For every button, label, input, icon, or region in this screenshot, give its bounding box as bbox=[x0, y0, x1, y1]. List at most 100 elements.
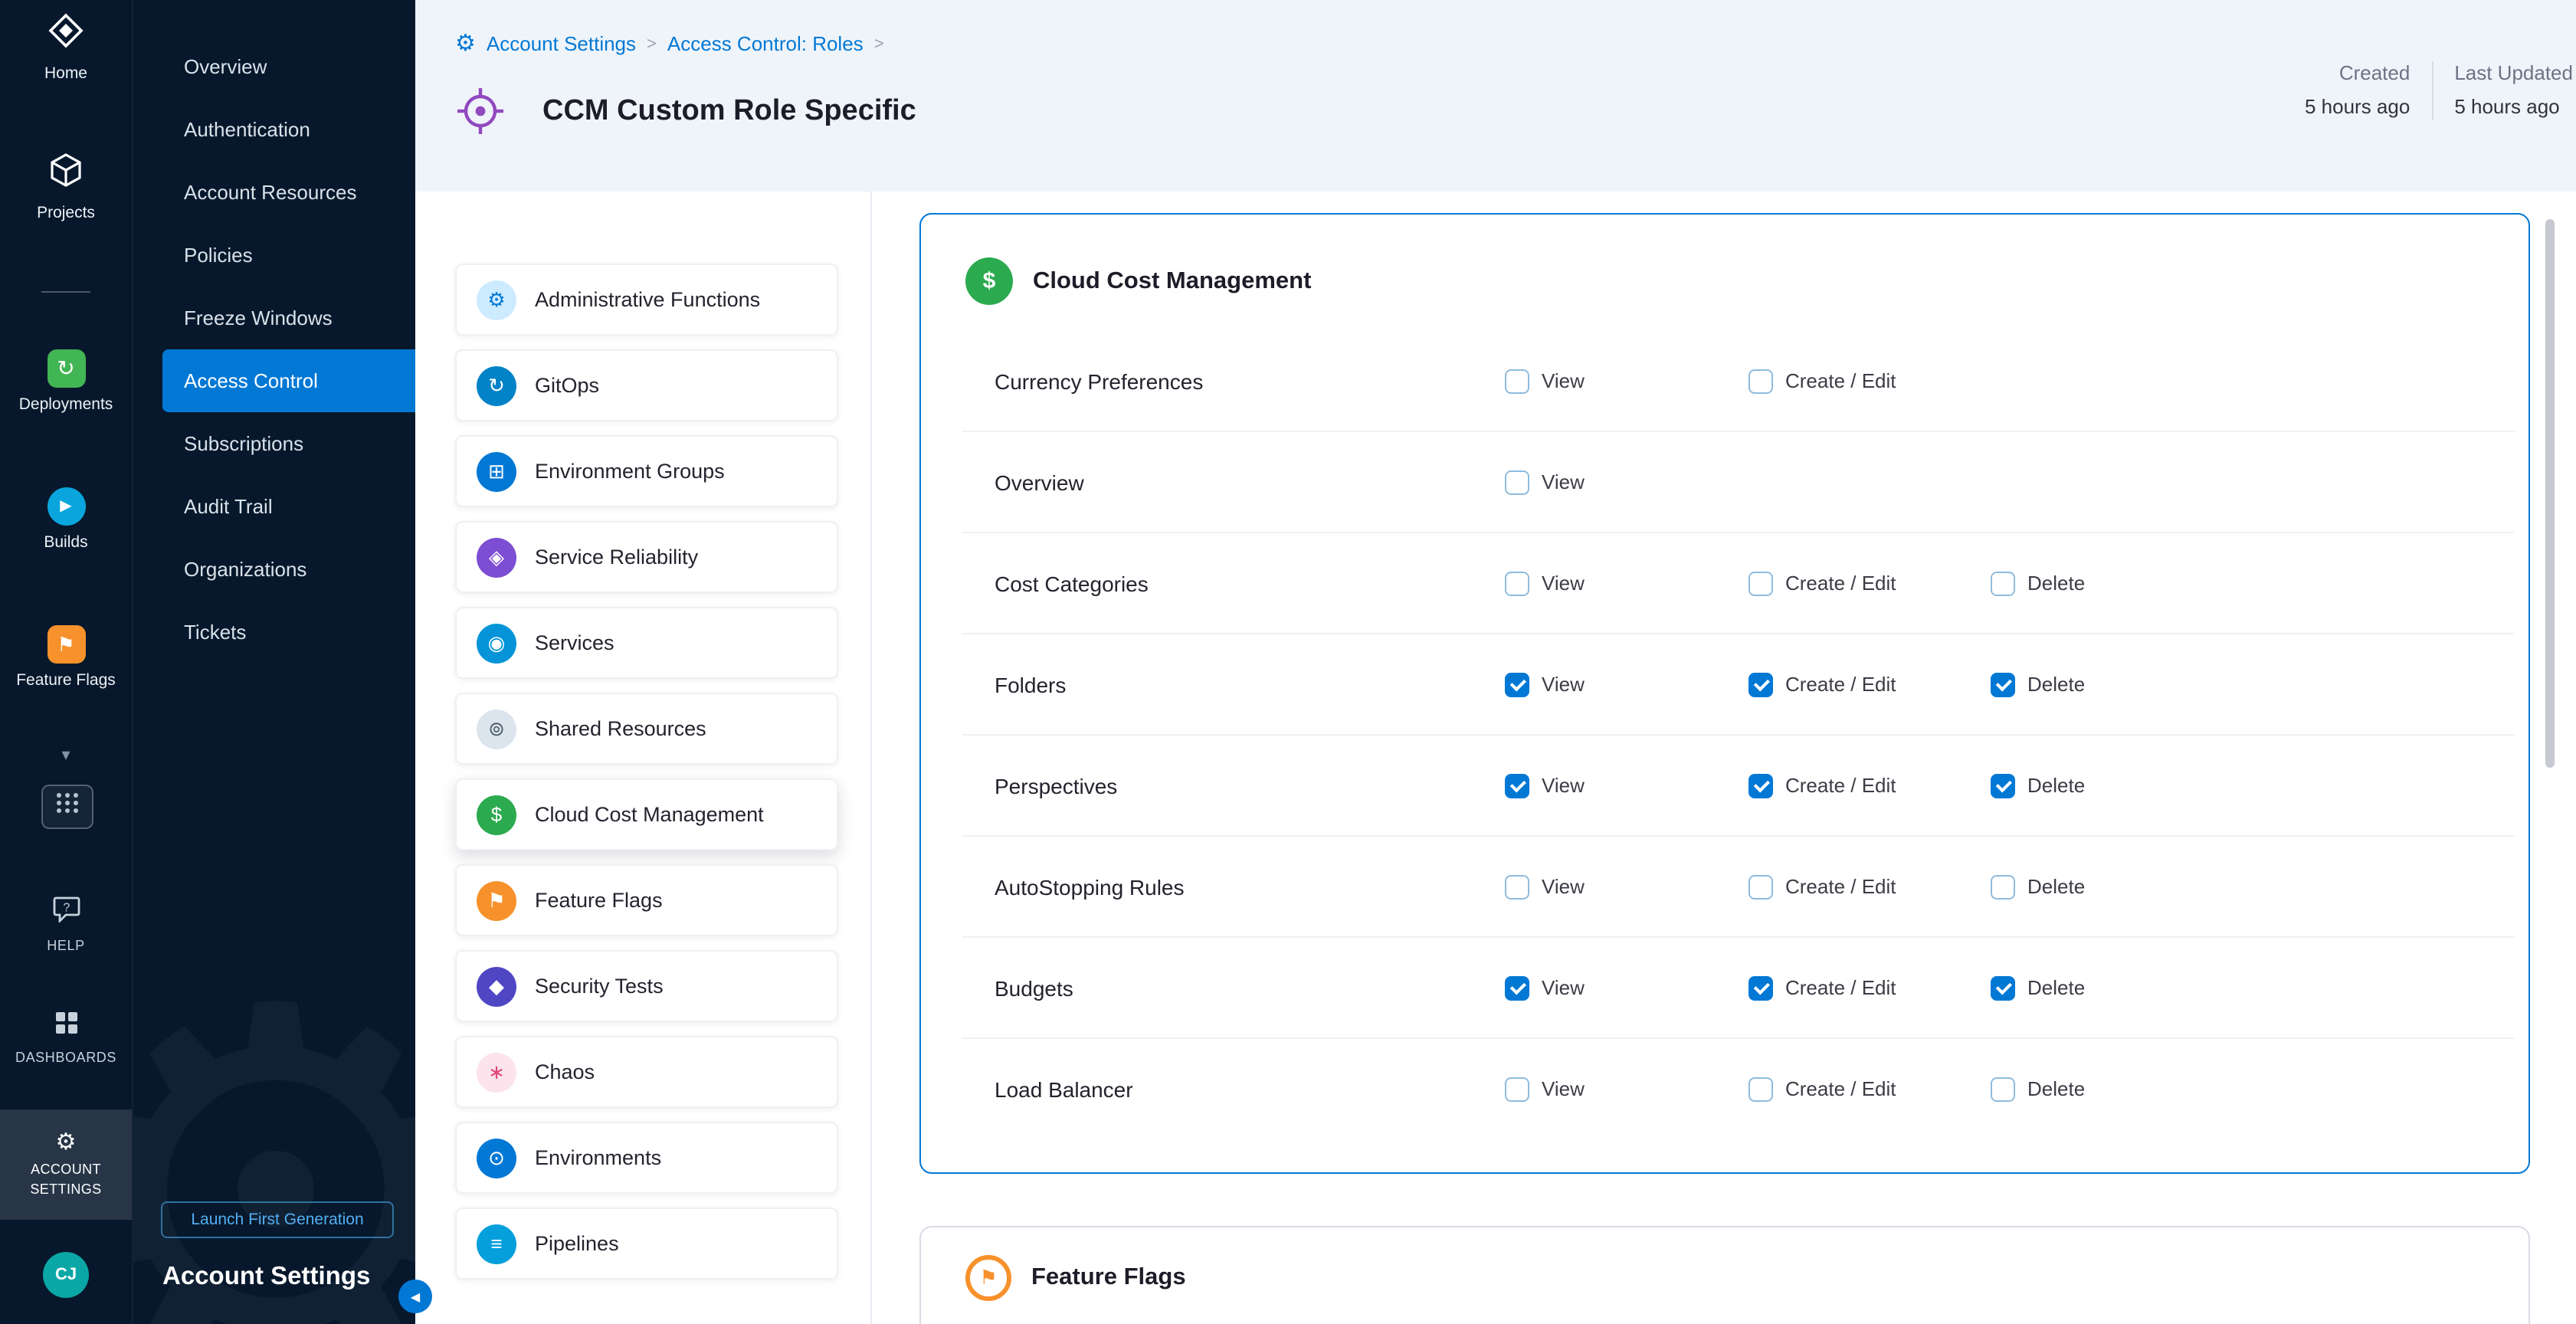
sidebar-item-freeze-windows[interactable]: Freeze Windows bbox=[133, 287, 417, 349]
permission-view: View bbox=[1505, 938, 1585, 1037]
app: Home Projects ↻ Deployments ▶ Builds ⚑ F… bbox=[0, 0, 2576, 1324]
resource-group-services[interactable]: ◉Services bbox=[455, 607, 838, 679]
view-checkbox[interactable] bbox=[1505, 1077, 1529, 1101]
permission-label: View bbox=[1542, 875, 1585, 898]
permission-label: Create / Edit bbox=[1785, 774, 1896, 797]
delete-checkbox[interactable] bbox=[1991, 571, 2015, 595]
sidebar-item-audit-trail[interactable]: Audit Trail bbox=[133, 475, 417, 538]
resource-group-shared-resources[interactable]: ⊚Shared Resources bbox=[455, 693, 838, 765]
nav-projects-label: Projects bbox=[37, 204, 95, 222]
nav-deployments-label: Deployments bbox=[19, 395, 113, 414]
permission-delete: Delete bbox=[1991, 634, 2085, 734]
permission-delete: Delete bbox=[1991, 1039, 2085, 1139]
resource-group-security-tests[interactable]: ◆ Security Tests bbox=[455, 950, 838, 1022]
resource-group-label: GitOps bbox=[535, 374, 599, 397]
permission-view: View bbox=[1505, 1039, 1585, 1139]
security-tests-icon: ◆ bbox=[477, 966, 516, 1006]
create-edit-checkbox[interactable] bbox=[1748, 975, 1773, 1000]
view-checkbox[interactable] bbox=[1505, 874, 1529, 899]
nav-projects[interactable]: Projects bbox=[0, 152, 132, 222]
resource-group-label: Security Tests bbox=[535, 975, 664, 998]
breadcrumb-links: Account Settings>Access Control: Roles> bbox=[487, 32, 884, 55]
permission-label: Delete bbox=[2027, 875, 2085, 898]
nav-help[interactable]: ? HELP bbox=[0, 896, 132, 953]
cube-icon bbox=[49, 152, 83, 196]
resource-name: AutoStopping Rules bbox=[962, 874, 1185, 899]
create-edit-checkbox[interactable] bbox=[1748, 672, 1773, 696]
view-checkbox[interactable] bbox=[1505, 672, 1529, 696]
nav-builds[interactable]: ▶ Builds bbox=[0, 487, 132, 552]
chaos-icon: ∗ bbox=[477, 1052, 516, 1092]
resource-group-label: Pipelines bbox=[535, 1232, 619, 1255]
breadcrumb-link-account-settings[interactable]: Account Settings bbox=[487, 32, 636, 55]
create-edit-checkbox[interactable] bbox=[1748, 874, 1773, 899]
sidebar-item-policies[interactable]: Policies bbox=[133, 224, 417, 287]
nav-deployments[interactable]: ↻ Deployments bbox=[0, 349, 132, 414]
avatar[interactable]: CJ bbox=[43, 1252, 89, 1298]
delete-checkbox[interactable] bbox=[1991, 672, 2015, 696]
harness-logo-icon bbox=[48, 12, 84, 57]
environments-icon: ⊙ bbox=[477, 1138, 516, 1178]
breadcrumb-link-access-control-roles[interactable]: Access Control: Roles bbox=[667, 32, 864, 55]
permission-label: Delete bbox=[2027, 572, 2085, 595]
create-edit-checkbox[interactable] bbox=[1748, 773, 1773, 798]
permission-label: View bbox=[1542, 976, 1585, 999]
permission-view: View bbox=[1505, 736, 1585, 835]
delete-checkbox[interactable] bbox=[1991, 975, 2015, 1000]
nav-home[interactable]: Home bbox=[0, 12, 132, 83]
content-divider bbox=[870, 192, 872, 1324]
vertical-scrollbar[interactable] bbox=[2545, 219, 2555, 768]
create-edit-checkbox[interactable] bbox=[1748, 1077, 1773, 1101]
cloud-cost-icon: $ bbox=[477, 795, 516, 834]
delete-checkbox[interactable] bbox=[1991, 874, 2015, 899]
launch-first-generation-button[interactable]: Launch First Generation bbox=[161, 1201, 394, 1238]
sidebar-item-subscriptions[interactable]: Subscriptions bbox=[133, 412, 417, 475]
view-checkbox[interactable] bbox=[1505, 470, 1529, 494]
builds-icon: ▶ bbox=[47, 487, 85, 526]
resource-group-list: ⚙Administrative Functions↻GitOps⊞Environ… bbox=[455, 264, 838, 1293]
create-edit-checkbox[interactable] bbox=[1748, 571, 1773, 595]
main-area: ⚙ Account Settings>Access Control: Roles… bbox=[415, 0, 2576, 1324]
sidebar-item-account-resources[interactable]: Account Resources bbox=[133, 161, 417, 224]
sidebar-collapse-button[interactable]: ◀ bbox=[398, 1280, 432, 1313]
delete-checkbox[interactable] bbox=[1991, 773, 2015, 798]
view-checkbox[interactable] bbox=[1505, 773, 1529, 798]
nav-account-settings[interactable]: ⚙ ACCOUNT SETTINGS bbox=[0, 1109, 132, 1220]
permission-view: View bbox=[1505, 634, 1585, 734]
sidebar-item-access-control[interactable]: Access Control bbox=[162, 349, 417, 412]
view-checkbox[interactable] bbox=[1505, 975, 1529, 1000]
resource-group-cloud-cost-management[interactable]: $ Cloud Cost Management bbox=[455, 778, 838, 850]
chevron-down-icon[interactable]: ▾ bbox=[0, 745, 132, 765]
resource-group-label: Cloud Cost Management bbox=[535, 803, 764, 826]
view-checkbox[interactable] bbox=[1505, 571, 1529, 595]
nav-feature-flags[interactable]: ⚑ Feature Flags bbox=[0, 625, 132, 690]
sidebar-item-overview[interactable]: Overview bbox=[133, 35, 417, 98]
resource-group-gitops[interactable]: ↻GitOps bbox=[455, 349, 838, 421]
resource-group-environment-groups[interactable]: ⊞Environment Groups bbox=[455, 435, 838, 507]
sidebar-item-authentication[interactable]: Authentication bbox=[133, 98, 417, 161]
resource-group-environments[interactable]: ⊙ Environments bbox=[455, 1122, 838, 1194]
create-edit-checkbox[interactable] bbox=[1748, 369, 1773, 393]
sidebar-item-organizations[interactable]: Organizations bbox=[133, 538, 417, 601]
grid-icon bbox=[55, 792, 80, 821]
environment-groups-icon: ⊞ bbox=[477, 451, 516, 491]
resource-group-pipelines[interactable]: ≡Pipelines bbox=[455, 1208, 838, 1280]
sidebar-item-tickets[interactable]: Tickets bbox=[133, 601, 417, 664]
resource-group-feature-flags[interactable]: ⚑Feature Flags bbox=[455, 864, 838, 936]
resource-group-label: Feature Flags bbox=[535, 889, 663, 912]
view-checkbox[interactable] bbox=[1505, 369, 1529, 393]
resource-group-chaos[interactable]: ∗Chaos bbox=[455, 1036, 838, 1108]
resource-group-service-reliability[interactable]: ◈Service Reliability bbox=[455, 521, 838, 593]
resource-name: Folders bbox=[962, 672, 1066, 696]
permission-label: Create / Edit bbox=[1785, 1077, 1896, 1100]
resource-group-label: Environments bbox=[535, 1146, 661, 1169]
delete-checkbox[interactable] bbox=[1991, 1077, 2015, 1101]
permission-row-currency-preferences: Currency PreferencesViewCreate / Edit bbox=[962, 331, 2515, 432]
resource-group-label: Service Reliability bbox=[535, 546, 698, 569]
resource-name: Overview bbox=[962, 470, 1084, 494]
permissions-content: ⚙Administrative Functions↻GitOps⊞Environ… bbox=[415, 192, 2576, 1324]
nav-dashboards[interactable]: DASHBOARDS bbox=[0, 1011, 132, 1065]
module-grid-button[interactable] bbox=[41, 785, 93, 829]
breadcrumb-separator: > bbox=[647, 34, 657, 53]
resource-group-administrative-functions[interactable]: ⚙Administrative Functions bbox=[455, 264, 838, 336]
